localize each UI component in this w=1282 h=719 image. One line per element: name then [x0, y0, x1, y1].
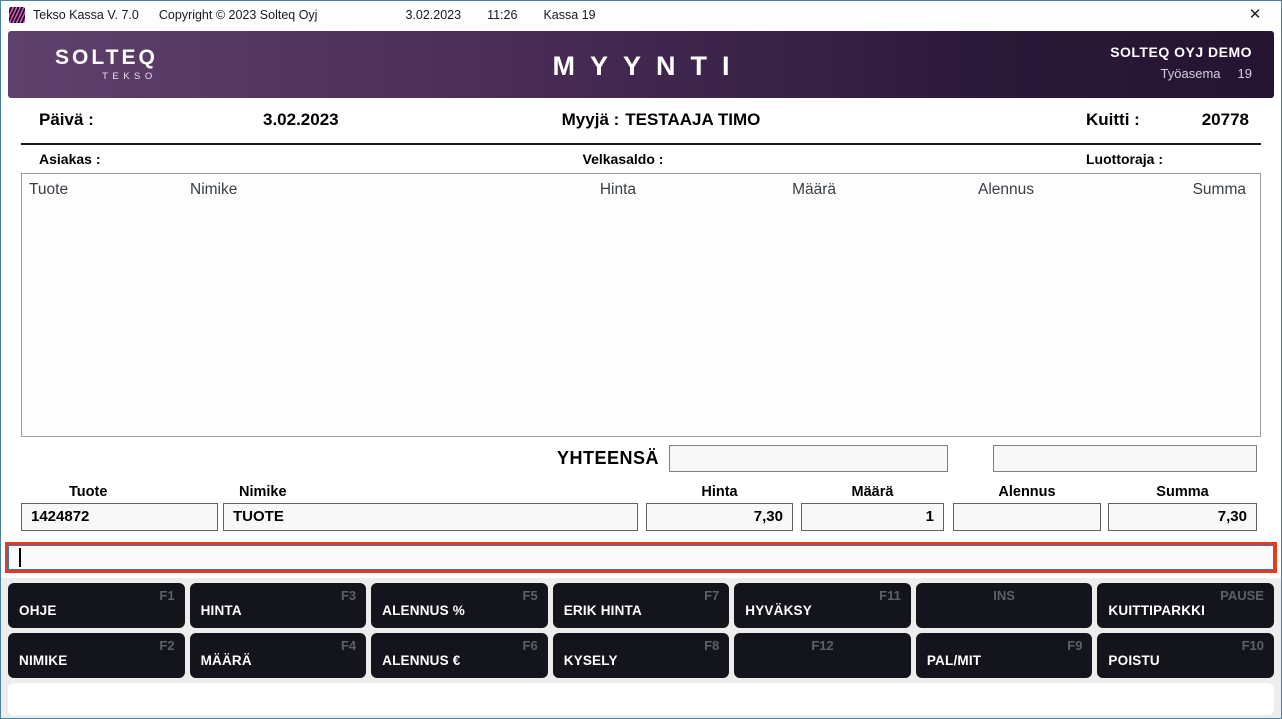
- fkey-pal-mit[interactable]: PAL/MIT F9: [916, 633, 1093, 678]
- fkey-hinta[interactable]: HINTA F3: [190, 583, 367, 628]
- command-input-highlight-frame: [5, 542, 1277, 573]
- fkey-ins[interactable]: INS: [916, 583, 1093, 628]
- copyright-text: Copyright © 2023 Solteq Oyj: [159, 8, 318, 22]
- customer-label: Asiakas :: [39, 151, 100, 167]
- app-title: Tekso Kassa V. 7.0: [33, 8, 139, 22]
- workstation-info: Työasema 19: [1110, 66, 1252, 81]
- logo-primary-text: SOLTEQ: [55, 46, 158, 70]
- command-input[interactable]: [8, 545, 1274, 570]
- column-header-summa: Summa: [1193, 181, 1246, 199]
- totals-row: YHTEENSÄ: [1, 437, 1281, 483]
- form-label-hinta: Hinta: [646, 484, 793, 500]
- date-label: Päivä :: [39, 110, 94, 130]
- total-label: YHTEENSÄ: [557, 448, 659, 469]
- fkey-poistu[interactable]: POISTU F10: [1097, 633, 1274, 678]
- session-row: Päivä : 3.02.2023 Myyjä : TESTAAJA TIMO K…: [1, 98, 1281, 143]
- receipt-items-table: Tuote Nimike Hinta Määrä Alennus Summa: [21, 173, 1261, 437]
- function-key-grid: OHJE F1 HINTA F3 ALENNUS % F5 ERIK HINTA…: [8, 583, 1274, 678]
- solteq-logo: SOLTEQ TEKSO: [55, 46, 158, 82]
- function-key-region: OHJE F1 HINTA F3 ALENNUS % F5 ERIK HINTA…: [1, 578, 1281, 718]
- screen-title: MYYNTI: [537, 51, 744, 82]
- form-label-alennus: Alennus: [953, 484, 1101, 500]
- app-header: SOLTEQ TEKSO MYYNTI SOLTEQ OYJ DEMO Työa…: [8, 31, 1274, 98]
- fkey-alennus-eur[interactable]: ALENNUS € F6: [371, 633, 548, 678]
- fkey-nimike[interactable]: NIMIKE F2: [8, 633, 185, 678]
- column-header-maara: Määrä: [736, 181, 836, 199]
- price-field[interactable]: 7,30: [646, 503, 793, 531]
- form-label-tuote: Tuote: [21, 484, 218, 500]
- form-label-summa: Summa: [1108, 484, 1257, 500]
- quantity-field[interactable]: 1: [801, 503, 944, 531]
- workstation-label: Työasema: [1161, 66, 1221, 81]
- register-number: Kassa 19: [543, 8, 595, 22]
- workstation-value: 19: [1238, 66, 1252, 81]
- receipt-label: Kuitti :: [1086, 110, 1140, 130]
- credit-limit-label: Luottoraja :: [1086, 151, 1163, 167]
- close-icon[interactable]: ✕: [1244, 4, 1266, 26]
- header-right: SOLTEQ OYJ DEMO Työasema 19: [1110, 44, 1252, 81]
- fkey-kuittiparkki[interactable]: KUITTIPARKKI PAUSE: [1097, 583, 1274, 628]
- column-header-nimike: Nimike: [190, 181, 237, 199]
- company-name: SOLTEQ OYJ DEMO: [1110, 44, 1252, 60]
- customer-row: Asiakas : Velkasaldo : Luottoraja :: [1, 145, 1281, 171]
- discount-field[interactable]: [953, 503, 1101, 531]
- fkey-alennus-pct[interactable]: ALENNUS % F5: [371, 583, 548, 628]
- text-caret: [19, 548, 21, 567]
- column-header-hinta: Hinta: [516, 181, 636, 199]
- product-code-field[interactable]: 1424872: [21, 503, 218, 531]
- titlebar-time: 11:26: [487, 8, 517, 22]
- receipt-number: 20778: [1202, 110, 1249, 130]
- fkey-ohje[interactable]: OHJE F1: [8, 583, 185, 628]
- form-label-maara: Määrä: [801, 484, 944, 500]
- fkey-erik-hinta[interactable]: ERIK HINTA F7: [553, 583, 730, 628]
- total-secondary-field: [993, 445, 1257, 472]
- status-bar: [8, 683, 1274, 715]
- logo-secondary-text: TEKSO: [55, 71, 158, 82]
- seller-value: TESTAAJA TIMO: [625, 110, 760, 129]
- fkey-hyvaksy[interactable]: HYVÄKSY F11: [734, 583, 911, 628]
- date-value: 3.02.2023: [263, 110, 339, 130]
- form-label-nimike: Nimike: [223, 484, 638, 500]
- product-name-field[interactable]: TUOTE: [223, 503, 638, 531]
- seller-info: Myyjä : TESTAAJA TIMO: [562, 110, 761, 130]
- sum-field[interactable]: 7,30: [1108, 503, 1257, 531]
- fkey-kysely[interactable]: KYSELY F8: [553, 633, 730, 678]
- seller-label: Myyjä :: [562, 110, 620, 129]
- debt-balance-label: Velkasaldo :: [583, 151, 664, 167]
- fkey-maara[interactable]: MÄÄRÄ F4: [190, 633, 367, 678]
- total-amount-field: [669, 445, 948, 472]
- titlebar: Tekso Kassa V. 7.0 Copyright © 2023 Solt…: [1, 1, 1281, 29]
- entry-form: Tuote Nimike Hinta Määrä Alennus Summa 1…: [1, 483, 1281, 536]
- column-header-alennus: Alennus: [914, 181, 1034, 199]
- fkey-f12[interactable]: F12: [734, 633, 911, 678]
- app-icon: [9, 7, 25, 23]
- titlebar-date: 3.02.2023: [405, 8, 461, 22]
- column-header-tuote: Tuote: [29, 181, 68, 199]
